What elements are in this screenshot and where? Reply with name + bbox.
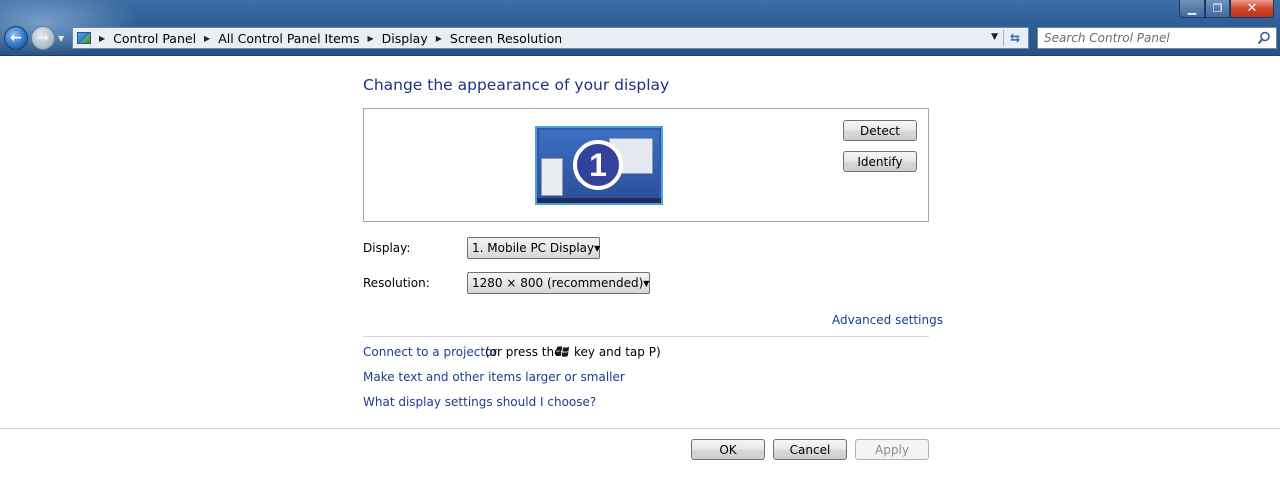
window-controls: ▁ ❐ ✕ bbox=[1179, 0, 1274, 18]
forward-arrow-icon: → bbox=[37, 30, 49, 46]
chevron-down-icon: ▼ bbox=[594, 243, 601, 253]
resolution-select-value: 1280 × 800 (recommended) bbox=[472, 276, 644, 290]
display-help-link[interactable]: What display settings should I choose? bbox=[363, 395, 596, 409]
cancel-button[interactable]: Cancel bbox=[773, 439, 847, 460]
projector-hint-text: key and tap P) bbox=[574, 345, 661, 359]
breadcrumb-display[interactable]: Display bbox=[382, 31, 428, 46]
display-select-value: 1. Mobile PC Display bbox=[472, 241, 595, 255]
text-size-link[interactable]: Make text and other items larger or smal… bbox=[363, 370, 625, 384]
ok-button[interactable]: OK bbox=[691, 439, 765, 460]
apply-button[interactable]: Apply bbox=[855, 439, 929, 460]
page-title: Change the appearance of your display bbox=[363, 76, 670, 94]
monitor-number-badge: 1 bbox=[573, 140, 623, 190]
search-input[interactable] bbox=[1044, 29, 1254, 47]
search-icon[interactable] bbox=[1257, 31, 1271, 45]
display-label: Display: bbox=[363, 241, 411, 255]
back-button[interactable]: ← bbox=[4, 26, 28, 50]
recent-pages-dropdown[interactable]: ▼ bbox=[58, 34, 64, 43]
monitor-1-thumbnail[interactable]: 1 bbox=[535, 126, 663, 205]
address-bar[interactable]: ▶ Control Panel ▶ All Control Panel Item… bbox=[72, 27, 1029, 49]
advanced-settings-link[interactable]: Advanced settings bbox=[832, 313, 943, 327]
maximize-button[interactable]: ❐ bbox=[1205, 0, 1230, 18]
breadcrumb-arrow-icon[interactable]: ▶ bbox=[436, 34, 442, 43]
connect-projector-link[interactable]: Connect to a projector bbox=[363, 345, 497, 359]
control-panel-icon bbox=[77, 32, 91, 44]
detect-button[interactable]: Detect bbox=[843, 120, 917, 141]
back-arrow-icon: ← bbox=[10, 30, 22, 46]
divider bbox=[363, 336, 929, 337]
windows-logo-icon bbox=[556, 346, 570, 357]
projector-hint-text: (or press the bbox=[485, 345, 562, 359]
breadcrumb-screen-resolution[interactable]: Screen Resolution bbox=[450, 31, 562, 46]
breadcrumb-control-panel[interactable]: Control Panel bbox=[113, 31, 196, 46]
monitor-window-thumb bbox=[541, 158, 563, 196]
display-select[interactable]: 1. Mobile PC Display ▼ bbox=[467, 237, 600, 259]
monitor-arrangement-panel: 1 Detect Identify bbox=[363, 108, 929, 222]
breadcrumb-arrow-icon[interactable]: ▶ bbox=[204, 34, 210, 43]
address-dropdown-icon[interactable]: ▼ bbox=[991, 32, 998, 42]
chevron-down-icon: ▼ bbox=[643, 278, 650, 288]
identify-button[interactable]: Identify bbox=[843, 151, 917, 172]
resolution-select[interactable]: 1280 × 800 (recommended) ▼ bbox=[467, 272, 650, 294]
window-titlebar: ▁ ❐ ✕ ← → ▼ ▶ Control Panel ▶ All Contro… bbox=[0, 0, 1280, 56]
footer-divider bbox=[0, 428, 1280, 429]
forward-button[interactable]: → bbox=[31, 26, 55, 50]
breadcrumb-arrow-icon[interactable]: ▶ bbox=[368, 34, 374, 43]
breadcrumb-all-items[interactable]: All Control Panel Items bbox=[218, 31, 359, 46]
close-button[interactable]: ✕ bbox=[1230, 0, 1274, 18]
refresh-icon[interactable]: ⇆ bbox=[1006, 30, 1024, 46]
minimize-button[interactable]: ▁ bbox=[1179, 0, 1205, 18]
breadcrumb-arrow-icon[interactable]: ▶ bbox=[99, 34, 105, 43]
resolution-label: Resolution: bbox=[363, 276, 430, 290]
breadcrumb: ▶ Control Panel ▶ All Control Panel Item… bbox=[97, 31, 562, 46]
search-box[interactable] bbox=[1037, 27, 1277, 49]
address-separator bbox=[1003, 30, 1004, 46]
monitor-taskbar bbox=[537, 198, 661, 203]
